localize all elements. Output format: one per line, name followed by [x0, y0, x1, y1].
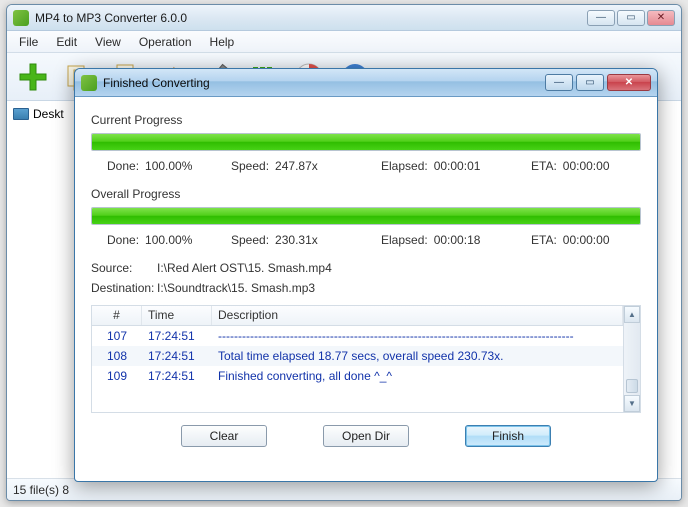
log-desc: Finished converting, all done ^_^	[212, 368, 623, 384]
overall-done-label: Done:	[107, 233, 139, 247]
maximize-button[interactable]: ▭	[617, 10, 645, 26]
dialog-close-button[interactable]: ✕	[607, 74, 651, 91]
current-eta-value: 00:00:00	[563, 159, 610, 173]
minimize-button[interactable]: —	[587, 10, 615, 26]
menubar: File Edit View Operation Help	[7, 31, 681, 53]
add-icon[interactable]	[13, 57, 53, 97]
current-speed-value: 247.87x	[275, 159, 318, 173]
open-dir-button[interactable]: Open Dir	[323, 425, 409, 447]
app-title: MP4 to MP3 Converter 6.0.0	[35, 11, 587, 25]
log-header-desc[interactable]: Description	[212, 306, 623, 325]
menu-view[interactable]: View	[87, 33, 129, 51]
dialog-maximize-button[interactable]: ▭	[576, 74, 604, 91]
menu-file[interactable]: File	[11, 33, 46, 51]
dialog-icon	[81, 75, 97, 91]
main-titlebar[interactable]: MP4 to MP3 Converter 6.0.0 — ▭ ✕	[7, 5, 681, 31]
current-done-label: Done:	[107, 159, 139, 173]
current-speed-label: Speed:	[231, 159, 269, 173]
log-header[interactable]: # Time Description	[92, 306, 623, 326]
source-value: I:\Red Alert OST\15. Smash.mp4	[157, 261, 332, 275]
desktop-label: Deskt	[33, 107, 64, 121]
dialog-title: Finished Converting	[103, 76, 545, 90]
overall-elapsed-value: 00:00:18	[434, 233, 481, 247]
overall-progress-label: Overall Progress	[91, 187, 641, 201]
clear-button[interactable]: Clear	[181, 425, 267, 447]
log-num: 107	[92, 328, 142, 344]
current-done-value: 100.00%	[145, 159, 192, 173]
current-elapsed-value: 00:00:01	[434, 159, 481, 173]
overall-done-value: 100.00%	[145, 233, 192, 247]
log-table: # Time Description 107 17:24:51 --------…	[91, 305, 641, 413]
log-time: 17:24:51	[142, 368, 212, 384]
scroll-thumb[interactable]	[626, 379, 638, 393]
menu-edit[interactable]: Edit	[48, 33, 85, 51]
overall-elapsed-label: Elapsed:	[381, 233, 428, 247]
current-progress-bar	[91, 133, 641, 151]
menu-help[interactable]: Help	[202, 33, 243, 51]
overall-progress-bar	[91, 207, 641, 225]
log-num: 108	[92, 348, 142, 364]
current-elapsed-label: Elapsed:	[381, 159, 428, 173]
overall-speed-label: Speed:	[231, 233, 269, 247]
source-label: Source:	[91, 261, 157, 275]
desktop-item[interactable]: Deskt	[11, 105, 70, 123]
log-desc: ----------------------------------------…	[212, 328, 623, 344]
log-scrollbar[interactable]: ▲ ▼	[623, 306, 640, 412]
scroll-down-icon[interactable]: ▼	[624, 395, 640, 412]
status-text: 15 file(s) 8	[13, 483, 69, 497]
current-eta-label: ETA:	[531, 159, 557, 173]
log-time: 17:24:51	[142, 348, 212, 364]
scroll-up-icon[interactable]: ▲	[624, 306, 640, 323]
dialog-titlebar[interactable]: Finished Converting — ▭ ✕	[75, 69, 657, 97]
progress-dialog: Finished Converting — ▭ ✕ Current Progre…	[74, 68, 658, 482]
log-num: 109	[92, 368, 142, 384]
finish-button[interactable]: Finish	[465, 425, 551, 447]
log-time: 17:24:51	[142, 328, 212, 344]
log-header-num[interactable]: #	[92, 306, 142, 325]
left-panel: Deskt	[7, 101, 75, 478]
dialog-minimize-button[interactable]: —	[545, 74, 573, 91]
log-row[interactable]: 109 17:24:51 Finished converting, all do…	[92, 366, 623, 386]
overall-progress-stats: Done: 100.00% Speed: 230.31x Elapsed: 00:00…	[91, 233, 641, 247]
destination-label: Destination:	[91, 281, 157, 295]
app-icon	[13, 10, 29, 26]
overall-eta-label: ETA:	[531, 233, 557, 247]
destination-value: I:\Soundtrack\15. Smash.mp3	[157, 281, 315, 295]
log-row[interactable]: 107 17:24:51 ---------------------------…	[92, 326, 623, 346]
log-header-time[interactable]: Time	[142, 306, 212, 325]
current-progress-label: Current Progress	[91, 113, 641, 127]
overall-speed-value: 230.31x	[275, 233, 318, 247]
log-desc: Total time elapsed 18.77 secs, overall s…	[212, 348, 623, 364]
log-row[interactable]: 108 17:24:51 Total time elapsed 18.77 se…	[92, 346, 623, 366]
close-button[interactable]: ✕	[647, 10, 675, 26]
overall-eta-value: 00:00:00	[563, 233, 610, 247]
monitor-icon	[13, 108, 29, 120]
menu-operation[interactable]: Operation	[131, 33, 200, 51]
current-progress-stats: Done: 100.00% Speed: 247.87x Elapsed: 00:00…	[91, 159, 641, 173]
